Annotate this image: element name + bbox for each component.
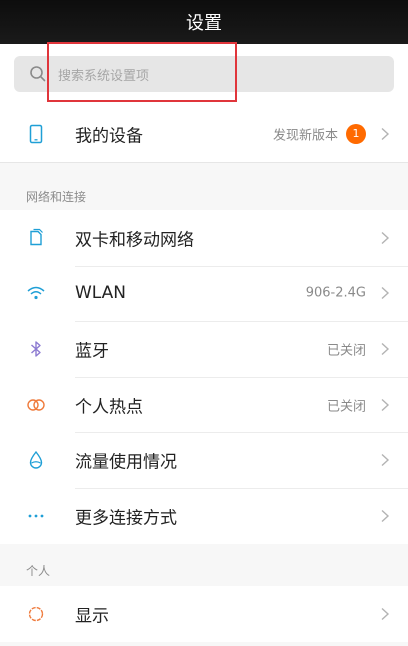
row-more-connections-label: 更多连接方式 <box>75 508 177 529</box>
section-title-network: 网络和连接 <box>26 190 87 204</box>
sim-card-icon <box>30 228 43 245</box>
chevron-right-icon <box>381 231 390 244</box>
personal-group: 显示 <box>0 586 408 642</box>
display-brightness-icon <box>28 606 44 621</box>
phone-icon <box>29 124 43 144</box>
page-title: 设置 <box>186 13 222 34</box>
bluetooth-icon <box>31 341 41 357</box>
title-bar: 设置 <box>0 0 408 44</box>
device-group: 我的设备 发现新版本 1 <box>0 106 408 163</box>
row-wlan-label: WLAN <box>75 283 127 304</box>
row-dual-sim-label: 双卡和移动网络 <box>75 230 194 251</box>
wifi-icon <box>27 287 45 300</box>
update-status: 发现新版本 <box>272 128 338 144</box>
chevron-right-icon <box>381 398 390 411</box>
section-title-personal: 个人 <box>26 564 51 578</box>
section-header-network: 网络和连接 <box>0 170 408 214</box>
chevron-right-icon <box>381 287 390 300</box>
row-wlan-value: 906-2.4G <box>305 285 366 301</box>
row-display[interactable]: 显示 <box>0 586 408 642</box>
water-drop-icon <box>29 451 43 469</box>
row-data-usage-label: 流量使用情况 <box>75 452 177 473</box>
row-bluetooth-label: 蓝牙 <box>75 341 109 362</box>
chevron-right-icon <box>381 607 390 620</box>
update-badge: 1 <box>346 123 366 144</box>
row-data-usage[interactable]: 流量使用情况 <box>0 432 408 488</box>
chevron-right-icon <box>381 127 390 140</box>
section-header-personal: 个人 <box>0 544 408 588</box>
row-hotspot-value: 已关闭 <box>326 399 366 415</box>
search-icon <box>30 66 46 82</box>
my-device-label: 我的设备 <box>75 126 143 147</box>
row-hotspot-label: 个人热点 <box>75 397 143 418</box>
more-dots-icon <box>28 514 44 518</box>
row-bluetooth-value: 已关闭 <box>326 343 366 359</box>
row-hotspot[interactable]: 个人热点 已关闭 <box>0 376 408 433</box>
row-display-label: 显示 <box>75 606 109 627</box>
hotspot-icon <box>27 398 45 411</box>
highlight-box <box>47 42 237 102</box>
row-dual-sim[interactable]: 双卡和移动网络 <box>0 210 408 266</box>
row-bluetooth[interactable]: 蓝牙 已关闭 <box>0 321 408 377</box>
row-wlan[interactable]: WLAN 906-2.4G <box>0 265 408 322</box>
row-more-connections[interactable]: 更多连接方式 <box>0 487 408 544</box>
my-device-row[interactable]: 我的设备 发现新版本 1 <box>0 106 408 162</box>
chevron-right-icon <box>381 509 390 522</box>
chevron-right-icon <box>381 454 390 467</box>
network-group: 双卡和移动网络 WLAN 906-2.4G 蓝牙 已关闭 个人热点 已关闭 流量… <box>0 210 408 545</box>
chevron-right-icon <box>381 342 390 356</box>
